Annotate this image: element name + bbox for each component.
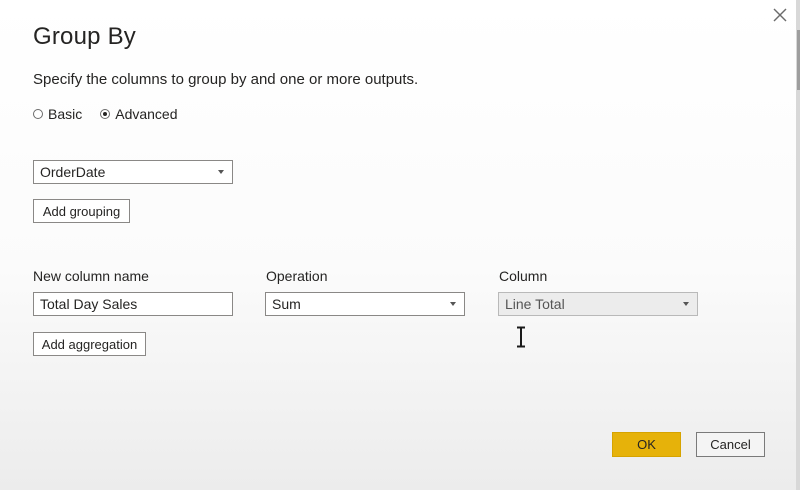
chevron-down-icon bbox=[450, 302, 456, 306]
add-aggregation-button[interactable]: Add aggregation bbox=[33, 332, 146, 356]
grouping-column-select[interactable]: OrderDate bbox=[33, 160, 233, 184]
grouping-column-value: OrderDate bbox=[40, 164, 106, 180]
radio-basic-circle[interactable] bbox=[33, 109, 43, 119]
group-by-dialog: Group By Specify the columns to group by… bbox=[0, 0, 800, 490]
operation-value: Sum bbox=[272, 296, 301, 312]
new-column-name-header: New column name bbox=[33, 268, 149, 284]
cancel-button[interactable]: Cancel bbox=[696, 432, 765, 457]
radio-basic-label: Basic bbox=[48, 106, 83, 122]
text-cursor-icon bbox=[517, 326, 525, 348]
mode-radio-group: Basic Advanced bbox=[33, 106, 196, 122]
add-grouping-button[interactable]: Add grouping bbox=[33, 199, 130, 223]
dialog-title: Group By bbox=[33, 23, 136, 50]
radio-advanced[interactable]: Advanced bbox=[100, 106, 178, 122]
ok-button[interactable]: OK bbox=[612, 432, 681, 457]
close-icon[interactable] bbox=[769, 4, 791, 26]
dialog-subtitle: Specify the columns to group by and one … bbox=[33, 71, 419, 88]
new-column-name-value: Total Day Sales bbox=[40, 296, 138, 312]
chevron-down-icon bbox=[218, 170, 224, 174]
radio-advanced-circle[interactable] bbox=[100, 109, 111, 119]
new-column-name-input[interactable]: Total Day Sales bbox=[33, 292, 233, 316]
radio-basic[interactable]: Basic bbox=[33, 106, 82, 122]
column-value: Line Total bbox=[505, 296, 565, 312]
operation-header: Operation bbox=[266, 268, 328, 284]
chevron-down-icon bbox=[683, 302, 689, 306]
column-header: Column bbox=[499, 268, 548, 284]
column-select[interactable]: Line Total bbox=[498, 292, 698, 316]
radio-advanced-label: Advanced bbox=[115, 106, 178, 122]
operation-select[interactable]: Sum bbox=[265, 292, 465, 316]
